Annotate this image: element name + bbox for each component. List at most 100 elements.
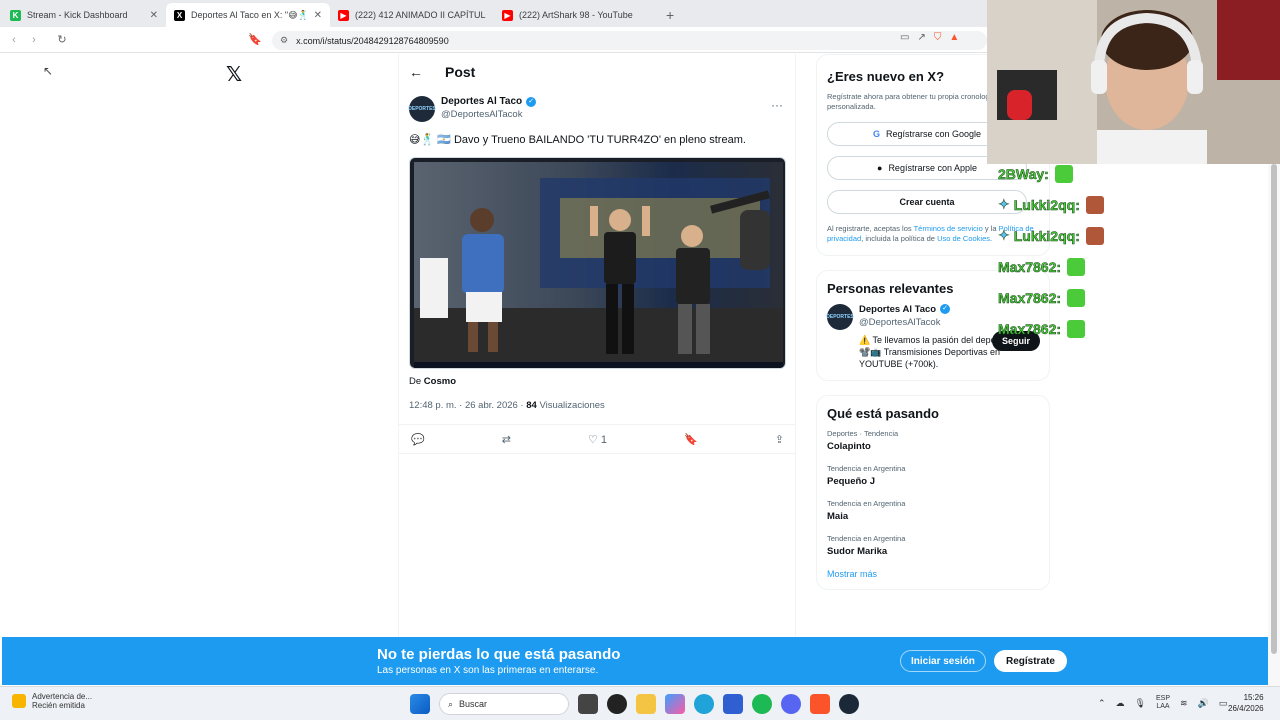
tab-youtube-412[interactable]: ▶ (222) 412 ANIMADO II CAPÍTULO 1 - (330, 3, 494, 27)
scrollbar-thumb[interactable] (1271, 164, 1277, 654)
search-label: Buscar (459, 699, 488, 709)
chat-message: ✦ Lukki2qq: (998, 189, 1158, 220)
notification-widget[interactable]: Advertencia de... Recién emitida (12, 692, 92, 710)
windows-start-icon[interactable] (410, 694, 430, 714)
bookmark-icon[interactable]: 🔖 (245, 33, 265, 46)
taskbar-search[interactable]: ⌕ Buscar (439, 693, 569, 715)
trend-item[interactable]: Tendencia en Argentina Sudor Marika (827, 534, 1039, 557)
copilot-icon[interactable] (665, 694, 685, 714)
post-author[interactable]: DEPORTES Deportes Al Taco ✓ @DeportesAlTa… (408, 96, 537, 122)
close-tab-icon[interactable]: ✕ (150, 10, 158, 21)
chat-message: 2BWay: (998, 158, 1158, 189)
terms-link[interactable]: Términos de servicio (914, 224, 983, 233)
trend-name: Pequeño J (827, 475, 876, 487)
language-code: ESP (1155, 695, 1170, 702)
chat-message: Max7862: (998, 282, 1158, 313)
reply-icon[interactable]: 💬 (411, 433, 425, 446)
trend-name: Maia (827, 510, 849, 522)
trend-category: Tendencia en Argentina (827, 463, 906, 473)
new-tab-icon[interactable]: + (666, 3, 674, 27)
mic-icon[interactable]: 🎙 (1135, 698, 1146, 709)
brave-rewards-icon[interactable]: ▲ (949, 32, 959, 43)
forward-icon[interactable]: › (24, 34, 44, 46)
youtube-favicon-icon: ▶ (338, 9, 349, 21)
post-source: De Cosmo (409, 376, 456, 387)
create-account-button[interactable]: Crear cuenta (827, 189, 1027, 214)
reload-icon[interactable]: ↻ (52, 33, 72, 46)
discord-icon[interactable] (781, 694, 801, 714)
taskbar-apps: ⌕ Buscar (410, 693, 859, 715)
trend-item[interactable]: Tendencia en Argentina Pequeño J (827, 464, 1039, 487)
post-header: ← Post (399, 54, 795, 90)
repost-icon[interactable]: ⇄ (502, 433, 511, 446)
brave-shield-icon[interactable]: ⛉ (934, 32, 942, 43)
share-icon[interactable]: ⇪ (775, 433, 784, 446)
address-bar[interactable]: ⚙ x.com/i/status/2048429128764809590 (272, 31, 987, 50)
show-more-link[interactable]: Mostrar más (827, 569, 1039, 579)
banner-subtitle: Las personas en X son las primeras en en… (377, 665, 599, 676)
trend-item[interactable]: Deportes · Tendencia Colapinto (827, 429, 1039, 452)
post-column: ← Post DEPORTES Deportes Al Taco ✓ @Depor… (398, 54, 796, 636)
chat-message: ✦ Lukki2qq: (998, 220, 1158, 251)
chat-user: 2BWay: (998, 165, 1049, 182)
source-name[interactable]: Cosmo (424, 376, 456, 387)
x-logo-icon[interactable]: 𝕏 (226, 62, 242, 87)
post-meta: 12:48 p. m. · 26 abr. 2026 · 84 Visualiz… (409, 400, 605, 411)
bookmark-icon[interactable]: 🔖 (684, 433, 698, 446)
chat-user: Max7862: (998, 320, 1062, 337)
trend-category: Tendencia en Argentina (827, 533, 906, 543)
mouse-cursor-icon: ↖ (43, 64, 54, 78)
apple-icon: ● (877, 162, 883, 173)
volume-icon[interactable]: 🔊 (1198, 698, 1209, 709)
tab-kick-dashboard[interactable]: K Stream - Kick Dashboard ✕ (2, 3, 166, 27)
more-options-icon[interactable]: ··· (771, 98, 783, 112)
trend-name: Colapinto (827, 440, 871, 452)
tab-x-post[interactable]: X Deportes Al Taco en X: "😅🕺 D ✕ (166, 3, 330, 27)
post-time[interactable]: 12:48 p. m. · 26 abr. 2026 · (409, 400, 524, 411)
cookies-link[interactable]: Uso de Cookies (937, 234, 990, 243)
login-button[interactable]: Iniciar sesión (900, 650, 986, 672)
back-icon[interactable]: ‹ (4, 34, 24, 46)
url-text: x.com/i/status/2048429128764809590 (296, 35, 449, 46)
share-icon[interactable]: ↗ (917, 32, 925, 43)
google-signup-label: Regístrarse con Google (885, 128, 982, 139)
cloud-icon[interactable]: ☁ (1116, 698, 1125, 709)
notification-subtitle: Recién emitida (32, 701, 85, 710)
person-name[interactable]: Deportes Al Taco (859, 304, 936, 315)
task-view-icon[interactable] (578, 694, 598, 714)
author-name[interactable]: Deportes Al Taco (441, 96, 522, 107)
trend-item[interactable]: Tendencia en Argentina Maia (827, 499, 1039, 522)
tab-title: Deportes Al Taco en X: "😅🕺 D (191, 9, 310, 20)
store-icon[interactable] (723, 694, 743, 714)
post-video[interactable] (409, 157, 786, 369)
post-actions: 💬 ⇄ ♡ 1 🔖 ⇪ (399, 424, 796, 454)
file-explorer-icon[interactable] (636, 694, 656, 714)
close-tab-icon[interactable]: ✕ (314, 10, 322, 21)
steam-icon[interactable] (839, 694, 859, 714)
edge-icon[interactable] (694, 694, 714, 714)
tab-youtube-artshark[interactable]: ▶ (222) ArtShark 98 - YouTube (494, 3, 658, 27)
clock-date: 26/4/2026 (1228, 704, 1264, 713)
author-handle[interactable]: @DeportesAlTacok (441, 109, 536, 120)
avatar[interactable]: DEPORTES (826, 303, 854, 330)
cast-icon[interactable]: ▭ (900, 32, 909, 43)
chat-message: Max7862: (998, 251, 1158, 282)
back-arrow-icon[interactable]: ← (409, 64, 423, 80)
register-button[interactable]: Regístrate (994, 650, 1067, 672)
avatar[interactable]: DEPORTES (408, 96, 436, 122)
spotify-icon[interactable] (752, 694, 772, 714)
language-indicator[interactable]: ESP LAA (1156, 695, 1170, 711)
like-button[interactable]: ♡ 1 (588, 433, 607, 446)
brave-icon[interactable] (810, 694, 830, 714)
tab-title: (222) ArtShark 98 - YouTube (519, 10, 633, 20)
clock[interactable]: 15:26 26/4/2026 (1228, 692, 1264, 714)
battery-icon[interactable]: ▭ (1219, 698, 1228, 709)
wifi-icon[interactable]: ≋ (1180, 698, 1188, 709)
chevron-up-icon[interactable]: ⌃ (1098, 698, 1106, 709)
clock-time: 15:26 (1243, 693, 1264, 702)
obs-icon[interactable] (607, 694, 627, 714)
tab-title: (222) 412 ANIMADO II CAPÍTULO 1 - (355, 10, 486, 20)
site-info-icon[interactable]: ⚙ (280, 35, 288, 46)
windows-taskbar: Advertencia de... Recién emitida ⌕ Buscar… (0, 686, 1280, 720)
search-icon: ⌕ (448, 698, 454, 709)
